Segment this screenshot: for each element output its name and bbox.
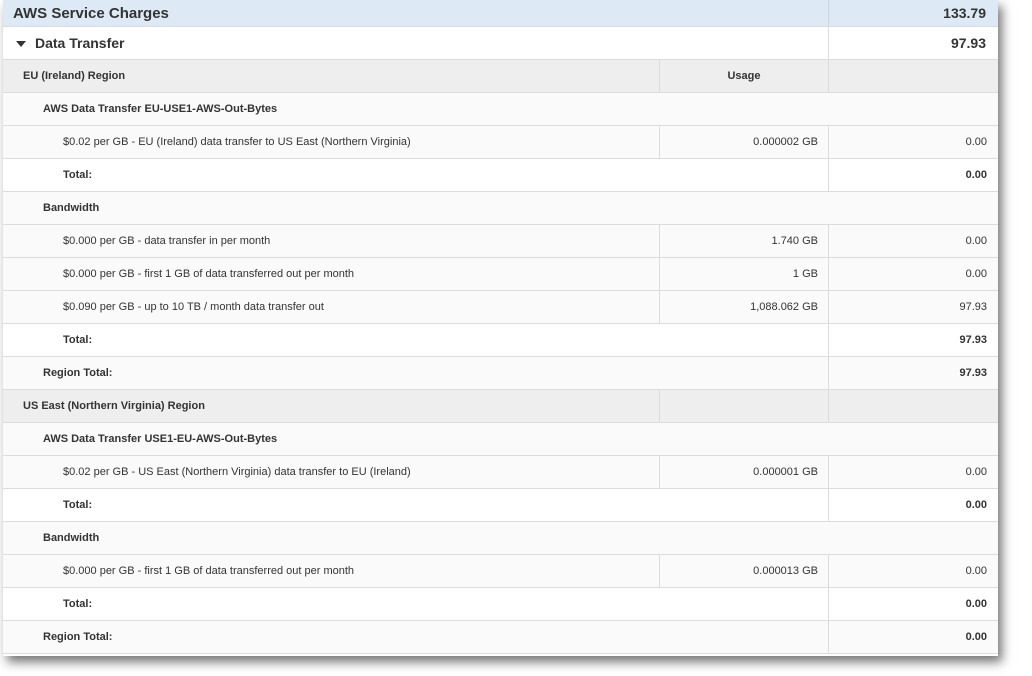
line-item-cost: 0.00 [828,225,998,257]
region-name: US East (Northern Virginia) Region [23,400,205,412]
empty-cell [828,522,998,554]
region-total-amount: 97.93 [828,357,998,389]
region-name: EU (Ireland) Region [23,70,126,82]
group-total-amount: 0.00 [828,588,998,620]
usage-group-header: AWS Data Transfer EU-USE1-AWS-Out-Bytes [3,93,998,126]
group-total-row: Total: 0.00 [3,588,998,621]
line-item-row: $0.090 per GB - up to 10 TB / month data… [3,291,998,324]
line-item-usage: 1,088.062 GB [659,291,828,323]
group-total-label: Total: [63,598,93,610]
line-item-description: $0.090 per GB - up to 10 TB / month data… [63,301,324,313]
service-charges-amount: 133.79 [828,0,998,26]
data-transfer-label: Data Transfer [35,35,125,51]
line-item-usage: 0.000001 GB [659,456,828,488]
group-total-label: Total: [63,169,93,181]
usage-group-header: Bandwidth [3,192,998,225]
line-item-cost: 0.00 [828,456,998,488]
data-transfer-toggle[interactable]: Data Transfer [3,27,828,59]
line-item-row: $0.000 per GB - first 1 GB of data trans… [3,258,998,291]
line-item-row: $0.000 per GB - first 1 GB of data trans… [3,555,998,588]
usage-group-name: AWS Data Transfer USE1-EU-AWS-Out-Bytes [43,433,278,445]
line-item-description: $0.000 per GB - first 1 GB of data trans… [63,268,355,280]
line-item-description: $0.02 per GB - US East (Northern Virgini… [63,466,411,478]
line-item-cost: 0.00 [828,126,998,158]
line-item-usage: 0.000013 GB [659,555,828,587]
group-total-row: Total: 97.93 [3,324,998,357]
group-total-row: Total: 0.00 [3,159,998,192]
empty-cell [828,93,998,125]
line-item-usage: 1 GB [659,258,828,290]
cost-column-header [828,390,998,422]
service-charges-row: AWS Service Charges 133.79 [3,0,998,27]
line-item-row: $0.02 per GB - US East (Northern Virgini… [3,456,998,489]
region-header-us-east: US East (Northern Virginia) Region [3,390,998,423]
billing-panel: AWS Service Charges 133.79 Data Transfer… [3,0,998,656]
region-total-row: Region Total: 0.00 [3,621,998,654]
line-item-cost: 97.93 [828,291,998,323]
empty-cell [828,192,998,224]
data-transfer-row[interactable]: Data Transfer 97.93 [3,27,998,60]
usage-column-header-empty [659,390,828,422]
line-item-cost: 0.00 [828,258,998,290]
line-item-usage: 1.740 GB [659,225,828,257]
line-item-row: $0.000 per GB - data transfer in per mon… [3,225,998,258]
group-total-row: Total: 0.00 [3,489,998,522]
region-total-label: Region Total: [43,367,113,379]
line-item-description: $0.000 per GB - data transfer in per mon… [63,235,271,247]
group-total-label: Total: [63,499,93,511]
empty-cell [828,423,998,455]
data-transfer-amount: 97.93 [828,27,998,59]
usage-group-header: AWS Data Transfer USE1-EU-AWS-Out-Bytes [3,423,998,456]
group-total-label: Total: [63,334,93,346]
group-total-amount: 97.93 [828,324,998,356]
line-item-row: $0.02 per GB - EU (Ireland) data transfe… [3,126,998,159]
region-total-amount: 0.00 [828,621,998,653]
usage-group-name: AWS Data Transfer EU-USE1-AWS-Out-Bytes [43,103,278,115]
service-charges-label: AWS Service Charges [13,4,169,22]
group-total-amount: 0.00 [828,489,998,521]
line-item-usage: 0.000002 GB [659,126,828,158]
usage-group-name: Bandwidth [43,202,100,214]
region-total-row: Region Total: 97.93 [3,357,998,390]
caret-down-icon[interactable] [16,41,26,47]
line-item-cost: 0.00 [828,555,998,587]
region-header-eu-ireland: EU (Ireland) Region Usage [3,60,998,93]
line-item-description: $0.000 per GB - first 1 GB of data trans… [63,565,355,577]
region-total-label: Region Total: [43,631,113,643]
group-total-amount: 0.00 [828,159,998,191]
usage-column-header: Usage [659,60,828,92]
usage-group-header: Bandwidth [3,522,998,555]
cost-column-header [828,60,998,92]
line-item-description: $0.02 per GB - EU (Ireland) data transfe… [63,136,411,148]
usage-group-name: Bandwidth [43,532,100,544]
